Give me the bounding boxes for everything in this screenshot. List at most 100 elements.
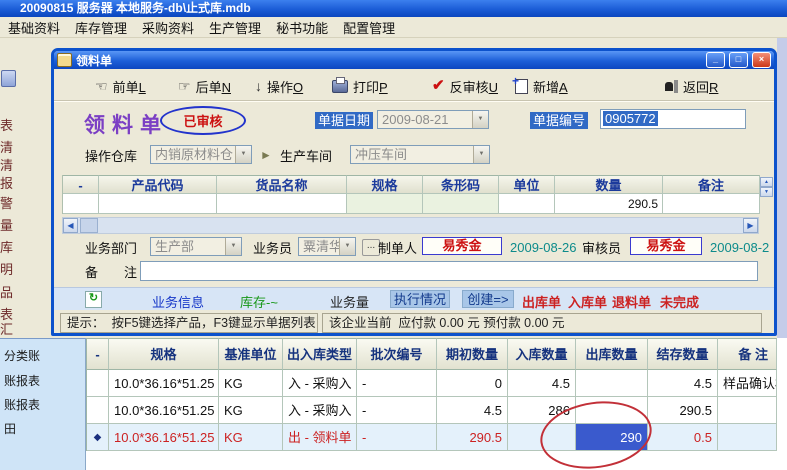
add-new-button[interactable]: + 新增A [515,77,568,95]
cell-remark[interactable]: 样品确认材料 [718,370,777,397]
warehouse-combo[interactable]: 内销原材料仓 ▼ [150,145,252,164]
unaudit-button[interactable]: ✔ 反审核U [432,77,498,95]
scroll-up-icon[interactable]: ▲ [760,177,773,187]
cell-spec[interactable]: 10.0*36.16*51.25 [109,397,219,424]
cell-unit[interactable]: KG [219,397,283,424]
exec-status-button[interactable]: 执行情况 [390,290,450,308]
menu-item-config[interactable]: 配置管理 [343,18,395,37]
prev-doc-button[interactable]: ☜ 前单L [95,77,146,95]
printer-icon [332,80,348,93]
chevron-down-icon[interactable]: ▼ [472,111,488,128]
cell-batch[interactable]: - [357,397,437,424]
cell-out[interactable] [576,370,648,397]
tree-item[interactable]: 账报表 [4,396,40,413]
dept-combo[interactable]: 生产部 ▼ [150,237,242,256]
doc-no-value: 0905772 [603,111,658,126]
table-row-selected[interactable]: ◆ 10.0*36.16*51.25 KG 出 - 领料单 - 290.5 29… [87,424,777,451]
return-button[interactable]: 返回R [664,77,718,95]
item-grid-row[interactable]: 290.5 [63,194,760,214]
cell-begin[interactable]: 4.5 [437,397,508,424]
cell-batch[interactable]: - [357,424,437,451]
menu-item-base-data[interactable]: 基础资料 [8,18,60,37]
cell-spec[interactable]: 10.0*36.16*51.25 [109,370,219,397]
print-button[interactable]: 打印P [332,77,388,95]
scroll-down-icon[interactable]: ▼ [760,187,773,197]
grid-cell-spec[interactable] [347,194,423,214]
cell-io-type[interactable]: 出 - 领料单 [283,424,357,451]
biz-info-link[interactable]: 业务信息 [152,292,204,311]
grid-horizontal-scrollbar[interactable]: ◀ ▶ [62,217,759,234]
cell-balance[interactable]: 290.5 [648,397,718,424]
menu-item-inventory[interactable]: 库存管理 [75,18,127,37]
table-row[interactable]: 10.0*36.16*51.25 KG 入 - 采购入 - 0 4.5 4.5 … [87,370,777,397]
cell-begin[interactable]: 0 [437,370,508,397]
header-out-qty: 出库数量 [576,338,648,370]
bg-text-fragment: 清 [0,140,14,155]
stock-link[interactable]: 库存-~ [240,292,278,311]
cell-out[interactable] [576,397,648,424]
cell-spec[interactable]: 10.0*36.16*51.25 [109,424,219,451]
chevron-down-icon[interactable]: ▼ [473,146,489,163]
tree-item[interactable]: 田 [4,420,16,437]
scroll-left-icon[interactable]: ◀ [63,218,78,233]
cell-io-type[interactable]: 入 - 采购入 [283,370,357,397]
scrollbar-thumb[interactable] [80,218,98,233]
create-button[interactable]: 创建=> [462,290,514,308]
grid-cell-barcode[interactable] [423,194,499,214]
doc-no-input[interactable]: 0905772 [600,109,746,129]
cell-in[interactable]: 286 [508,397,576,424]
next-doc-button[interactable]: ☞ 后单N [178,77,231,95]
menu-item-production[interactable]: 生产管理 [209,18,261,37]
clerk-combo[interactable]: 粟清华 ▼ [298,237,356,256]
header-marker: - [87,338,109,370]
grid-cell-unit[interactable] [499,194,555,214]
action-button[interactable]: ↓ 操作O [255,77,303,95]
refresh-icon[interactable]: ↻ [85,291,102,308]
cell-balance[interactable]: 4.5 [648,370,718,397]
cell-io-type[interactable]: 入 - 采购入 [283,397,357,424]
bg-text-fragment: 警 [0,196,14,211]
cell-in[interactable] [508,424,576,451]
tree-item[interactable]: 账报表 [4,372,40,389]
grid-cell-remark[interactable] [663,194,760,214]
dialog-title: 领料单 [76,52,112,69]
outbound-doc-link[interactable]: 出库单 [522,292,561,311]
cell-begin[interactable]: 290.5 [437,424,508,451]
menu-item-purchase[interactable]: 采购资料 [142,18,194,37]
close-button[interactable]: × [752,52,771,68]
warehouse-value: 内销原材料仓 [155,147,233,162]
info-bar: ↻ 业务信息 库存-~ 业务量 执行情况 创建=> 出库单 入库单 退料单 未完… [54,287,774,310]
cell-in[interactable]: 4.5 [508,370,576,397]
tree-item[interactable]: 分类账 [4,347,40,364]
cell-remark[interactable] [718,424,777,451]
chevron-down-icon[interactable]: ▼ [225,238,241,255]
auditor-name-box: 易秀金 [630,237,702,255]
cell-out-selected[interactable]: 290 [576,424,648,451]
doc-date-combo[interactable]: 2009-08-21 ▼ [377,110,489,129]
chevron-down-icon[interactable]: ▼ [339,238,355,255]
item-grid-header: - 产品代码 货品名称 规格 条形码 单位 数量 备注 [63,175,760,194]
table-row[interactable]: 10.0*36.16*51.25 KG 入 - 采购入 - 4.5 286 29… [87,397,777,424]
grid-cell-qty[interactable]: 290.5 [555,194,663,214]
bg-text-fragment: 表 [0,307,14,322]
scroll-right-icon[interactable]: ▶ [743,218,758,233]
cell-batch[interactable]: - [357,370,437,397]
minimize-button[interactable]: _ [706,52,725,68]
cell-unit[interactable]: KG [219,370,283,397]
grid-cell-name[interactable] [217,194,347,214]
main-titlebar[interactable]: 20090815 服务器 本地服务-db\止式库.mdb [0,0,787,17]
cell-unit[interactable]: KG [219,424,283,451]
menu-item-secretary[interactable]: 秘书功能 [276,18,328,37]
cell-remark[interactable] [718,397,777,424]
maximize-button[interactable]: □ [729,52,748,68]
inbound-doc-link[interactable]: 入库单 [568,292,607,311]
header-marker: - [63,175,99,194]
return-doc-link[interactable]: 退料单 [612,292,651,311]
grid-cell-code[interactable] [99,194,217,214]
cell-balance[interactable]: 0.5 [648,424,718,451]
dialog-titlebar[interactable]: 领料单 _ □ × [54,51,774,69]
workshop-combo[interactable]: 冲压车间 ▼ [350,145,490,164]
remark-input[interactable] [140,261,758,281]
chevron-down-icon[interactable]: ▼ [235,146,251,163]
dept-label: 业务部门 [85,240,137,257]
